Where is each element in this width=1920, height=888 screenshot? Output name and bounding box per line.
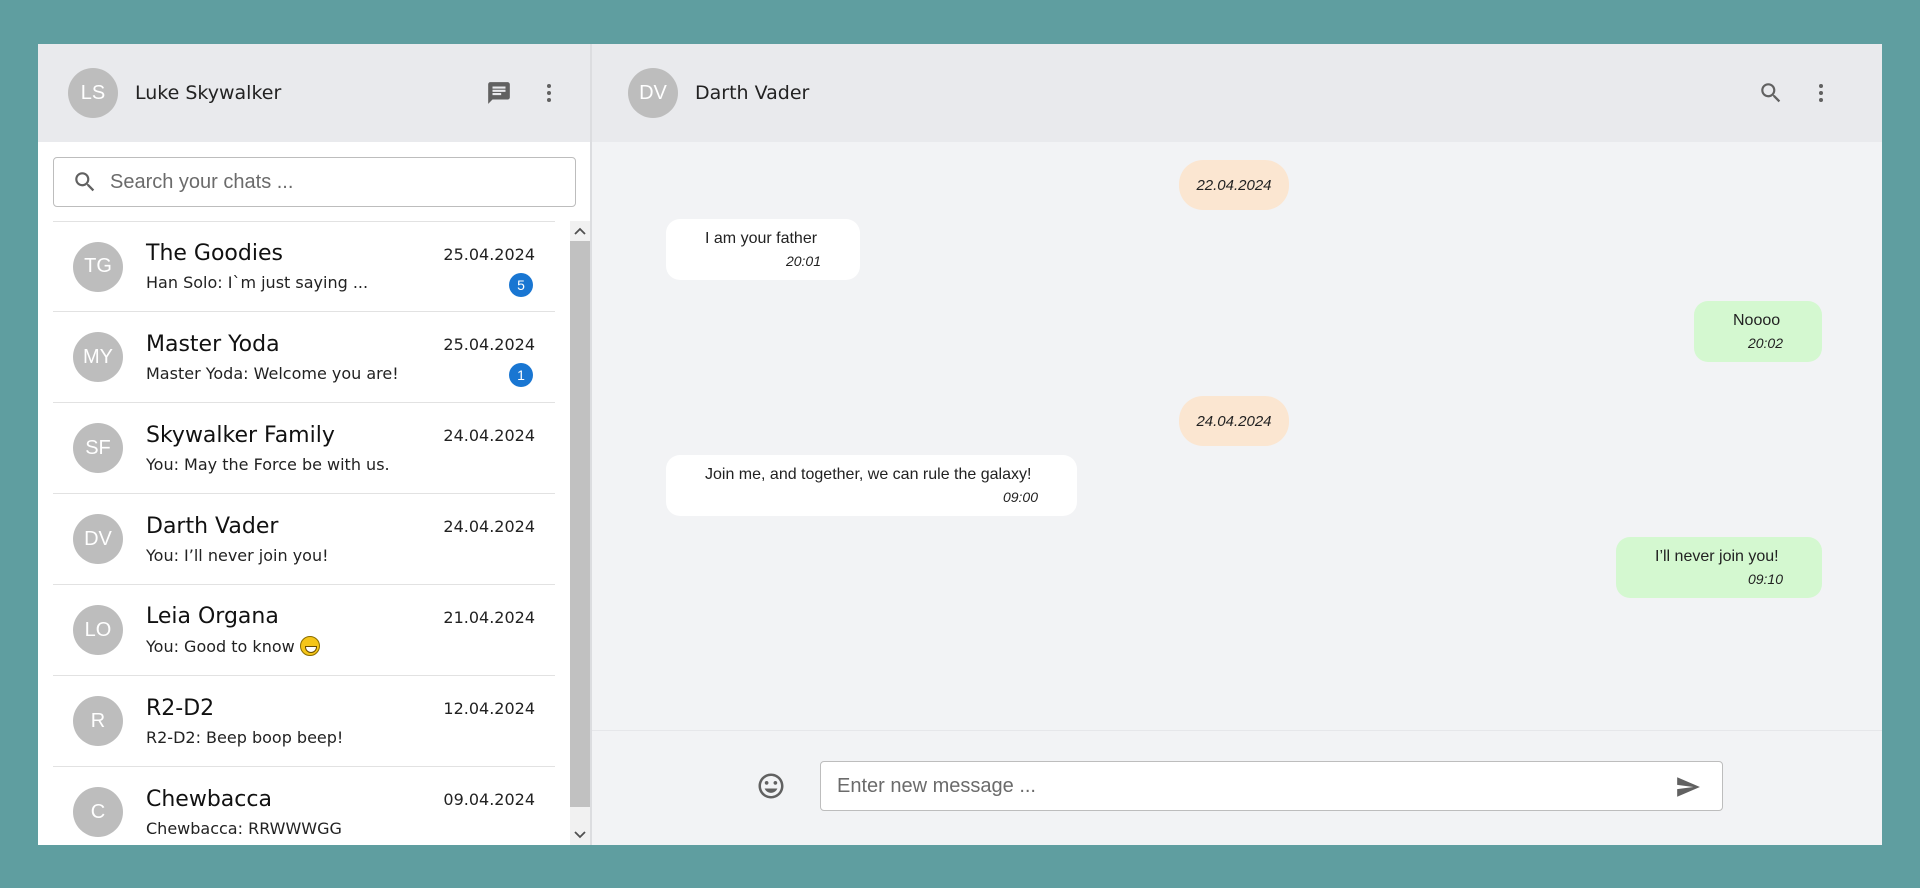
date-separator: 22.04.2024 — [1179, 160, 1289, 210]
sidebar: LS Luke Skywalker TG — [38, 44, 592, 845]
chat-item-chewbacca[interactable]: C Chewbacca Chewbacca: RRWWWGG 09.04.202… — [53, 767, 555, 845]
conversation-name: Darth Vader — [695, 82, 810, 104]
chat-item-leia-organa[interactable]: LO Leia Organa You: Good to know 21.04.2… — [53, 585, 555, 676]
chat-list-scrollbar[interactable] — [570, 221, 590, 845]
avatar: DV — [73, 514, 123, 564]
message-time: 20:02 — [1747, 335, 1783, 351]
chat-item-r2-d2[interactable]: R R2-D2 R2-D2: Beep boop beep! 12.04.202… — [53, 676, 555, 767]
chat-item-master-yoda[interactable]: MY Master Yoda Master Yoda: Welcome you … — [53, 312, 555, 403]
message-text: Join me, and together, we can rule the g… — [705, 466, 1032, 483]
search-icon — [75, 172, 95, 192]
message-incoming: Join me, and together, we can rule the g… — [666, 455, 1077, 516]
scroll-up-icon[interactable] — [570, 221, 590, 241]
message-time: 09:00 — [1002, 489, 1038, 505]
chat-last-message: Han Solo: I`m just saying ... — [146, 273, 369, 292]
chat-date: 25.04.2024 — [443, 335, 535, 354]
send-icon[interactable] — [1674, 774, 1702, 800]
chat-last-message: R2-D2: Beep boop beep! — [146, 727, 344, 747]
message-input[interactable] — [837, 774, 1637, 798]
conversation-pane: DV Darth Vader 22.04.2024 I am your fath… — [592, 44, 1882, 845]
chat-date: 24.04.2024 — [443, 426, 535, 445]
avatar: LO — [73, 605, 123, 655]
chat-item-the-goodies[interactable]: TG The Goodies Han Solo: I`m just saying… — [53, 221, 555, 312]
chat-date: 21.04.2024 — [443, 608, 535, 627]
message-incoming: I am your father 20:01 — [666, 219, 860, 280]
message-input-box[interactable] — [820, 761, 1723, 811]
avatar: C — [73, 787, 123, 837]
date-separator: 24.04.2024 — [1179, 396, 1289, 446]
avatar: R — [73, 696, 123, 746]
emoji-icon[interactable] — [756, 771, 786, 801]
scroll-thumb[interactable] — [570, 241, 590, 807]
more-vert-icon[interactable] — [1806, 78, 1836, 108]
chat-item-darth-vader[interactable]: DV Darth Vader You: I’ll never join you!… — [53, 494, 555, 585]
chat-date: 24.04.2024 — [443, 517, 535, 536]
avatar: MY — [73, 332, 123, 382]
sidebar-header: LS Luke Skywalker — [38, 44, 590, 142]
chat-last-message-text: You: Good to know — [146, 637, 295, 656]
sidebar-header-actions — [484, 78, 564, 108]
scroll-down-icon[interactable] — [570, 825, 590, 845]
message-time: 09:10 — [1747, 571, 1783, 587]
chat-last-message: Master Yoda: Welcome you are! — [146, 363, 399, 383]
avatar: SF — [73, 423, 123, 473]
user-name: Luke Skywalker — [135, 82, 282, 104]
chat-app: LS Luke Skywalker TG — [38, 44, 1882, 845]
grinning-face-emoji-icon — [299, 636, 320, 656]
chat-list-container: TG The Goodies Han Solo: I`m just saying… — [38, 221, 590, 845]
chat-item-skywalker-family[interactable]: SF Skywalker Family You: May the Force b… — [53, 403, 555, 494]
unread-badge: 5 — [509, 273, 533, 297]
search-icon[interactable] — [1756, 78, 1786, 108]
chat-last-message: You: I’ll never join you! — [146, 545, 329, 565]
chat-last-message: You: May the Force be with us. — [146, 454, 390, 474]
chat-search-box[interactable] — [53, 157, 576, 207]
message-time: 20:01 — [785, 253, 821, 269]
conversation-header: DV Darth Vader — [592, 44, 1882, 142]
message-outgoing: I’ll never join you! 09:10 — [1616, 537, 1822, 598]
chat-last-message: You: Good to know — [146, 636, 555, 656]
message-text: Noooo — [1733, 312, 1781, 329]
message-text: I’ll never join you! — [1655, 548, 1779, 565]
new-chat-icon[interactable] — [484, 78, 514, 108]
avatar: TG — [73, 241, 123, 292]
chat-date: 09.04.2024 — [443, 790, 535, 809]
search-input[interactable] — [110, 170, 550, 194]
unread-badge: 1 — [509, 363, 533, 387]
message-list: 22.04.2024 I am your father 20:01 Noooo … — [592, 142, 1882, 730]
chat-date: 25.04.2024 — [443, 245, 535, 264]
message-text: I am your father — [705, 230, 818, 247]
message-outgoing: Noooo 20:02 — [1694, 301, 1822, 362]
conversation-header-actions — [1756, 78, 1836, 108]
search-area — [38, 142, 590, 221]
chat-list: TG The Goodies Han Solo: I`m just saying… — [53, 221, 555, 845]
user-avatar[interactable]: LS — [68, 68, 118, 118]
more-vert-icon[interactable] — [534, 78, 564, 108]
chat-date: 12.04.2024 — [443, 699, 535, 718]
conversation-avatar[interactable]: DV — [628, 68, 678, 118]
message-composer — [592, 730, 1882, 845]
chat-last-message: Chewbacca: RRWWWGG — [146, 818, 342, 838]
